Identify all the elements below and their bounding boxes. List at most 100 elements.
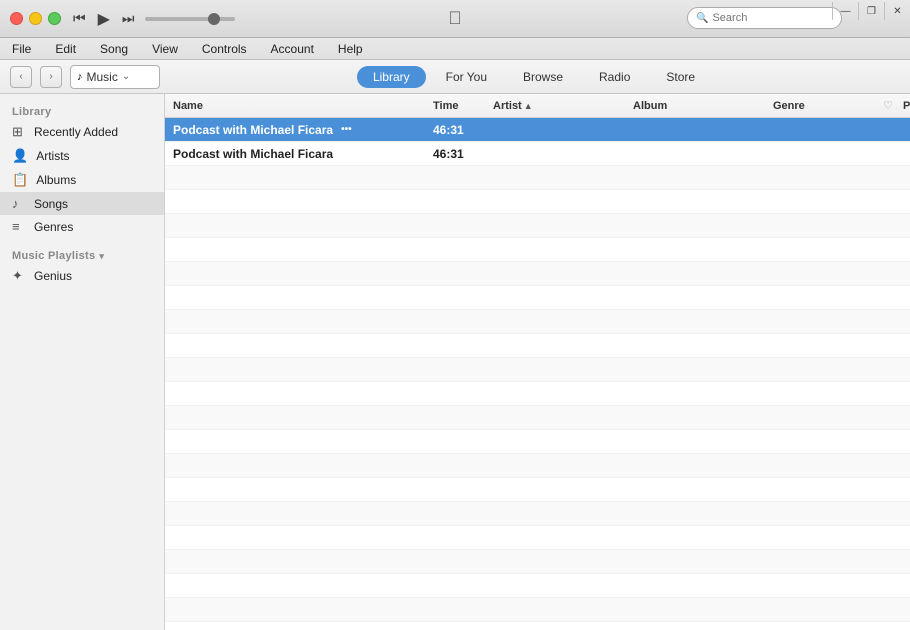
songs-label: Songs xyxy=(34,197,68,211)
row-1-time: 46:31 xyxy=(433,123,493,137)
artist-header-label: Artist xyxy=(493,100,522,112)
nav-bar: ‹ › ♪ Music ⌄ Library For You Browse Rad… xyxy=(0,60,910,94)
search-input[interactable] xyxy=(712,12,833,24)
table-row-empty[interactable] xyxy=(165,214,910,238)
genres-label: Genres xyxy=(34,220,73,234)
table-row-empty[interactable] xyxy=(165,406,910,430)
table-row-empty[interactable] xyxy=(165,238,910,262)
genius-icon: ✦ xyxy=(12,268,26,284)
menu-file[interactable]: File xyxy=(8,40,35,58)
sidebar: Library ⊞ Recently Added 👤 Artists 📋 Alb… xyxy=(0,94,165,630)
table-row-empty[interactable] xyxy=(165,598,910,622)
main-layout: Library ⊞ Recently Added 👤 Artists 📋 Alb… xyxy=(0,94,910,630)
tab-library[interactable]: Library xyxy=(357,66,426,88)
table-header: Name Time Artist ▲ Album Genre ♡ Plays xyxy=(165,94,910,118)
content-area: Name Time Artist ▲ Album Genre ♡ Plays xyxy=(165,94,910,630)
genre-header-label: Genre xyxy=(773,100,805,112)
progress-area[interactable] xyxy=(145,17,235,21)
col-header-time: Time xyxy=(433,100,493,112)
row-2-name: Podcast with Michael Ficara xyxy=(173,147,433,161)
albums-icon: 📋 xyxy=(12,172,28,188)
sidebar-item-songs[interactable]: ♪ Songs xyxy=(0,192,164,215)
heart-header-label: ♡ xyxy=(883,100,893,112)
menu-account[interactable]: Account xyxy=(267,40,318,58)
table-row-empty[interactable] xyxy=(165,190,910,214)
genius-label: Genius xyxy=(34,269,72,283)
sidebar-item-genius[interactable]: ✦ Genius xyxy=(0,264,164,288)
table-row-empty[interactable] xyxy=(165,430,910,454)
table-row[interactable]: Podcast with Michael Ficara ••• 46:31 xyxy=(165,118,910,142)
table-row-empty[interactable] xyxy=(165,358,910,382)
progress-track[interactable] xyxy=(145,17,235,21)
location-selector[interactable]: ♪ Music ⌄ xyxy=(70,65,160,89)
forward-button[interactable]: › xyxy=(40,66,62,88)
artists-label: Artists xyxy=(36,149,69,163)
minimize-button[interactable] xyxy=(29,12,42,25)
sidebar-item-artists[interactable]: 👤 Artists xyxy=(0,144,164,168)
recently-added-label: Recently Added xyxy=(34,125,118,139)
sidebar-item-albums[interactable]: 📋 Albums xyxy=(0,168,164,192)
play-button[interactable]: ▶ xyxy=(96,7,112,31)
menu-controls[interactable]: Controls xyxy=(198,40,251,58)
table-row-empty[interactable] xyxy=(165,454,910,478)
menu-edit[interactable]: Edit xyxy=(51,40,80,58)
row-1-time-text: 46:31 xyxy=(433,123,464,137)
artists-icon: 👤 xyxy=(12,148,28,164)
music-note-icon: ♪ xyxy=(77,71,83,83)
songs-icon: ♪ xyxy=(12,196,26,211)
table-row-empty[interactable] xyxy=(165,502,910,526)
playlists-section-label[interactable]: Music Playlists ▾ xyxy=(0,246,164,264)
table-row-empty[interactable] xyxy=(165,262,910,286)
win-controls: — ❐ ✕ xyxy=(832,0,910,38)
search-box[interactable]: 🔍 xyxy=(687,7,842,29)
menu-view[interactable]: View xyxy=(148,40,182,58)
table-row-empty[interactable] xyxy=(165,166,910,190)
table-row-empty[interactable] xyxy=(165,526,910,550)
search-icon: 🔍 xyxy=(696,13,708,24)
table-row-empty[interactable] xyxy=(165,382,910,406)
plays-header-label: Plays xyxy=(903,100,910,112)
win-restore-button[interactable]: ❐ xyxy=(858,2,884,20)
location-label: Music xyxy=(87,70,118,84)
prev-button[interactable]: ⏮ xyxy=(71,8,88,29)
tab-browse[interactable]: Browse xyxy=(507,66,579,88)
artist-sort-icon: ▲ xyxy=(524,101,533,111)
name-header-label: Name xyxy=(173,100,203,112)
maximize-button[interactable] xyxy=(48,12,61,25)
next-button[interactable]: ⏭ xyxy=(120,8,137,29)
table-row[interactable]: Podcast with Michael Ficara 46:31 xyxy=(165,142,910,166)
row-1-name-text: Podcast with Michael Ficara xyxy=(173,123,333,137)
col-header-artist[interactable]: Artist ▲ xyxy=(493,100,633,112)
album-header-label: Album xyxy=(633,100,667,112)
title-bar: ⏮ ▶ ⏭  🔍 — ❐ ✕ xyxy=(0,0,910,38)
row-2-name-text: Podcast with Michael Ficara xyxy=(173,147,333,161)
tab-store[interactable]: Store xyxy=(650,66,711,88)
sidebar-item-recently-added[interactable]: ⊞ Recently Added xyxy=(0,120,164,144)
row-1-name: Podcast with Michael Ficara ••• xyxy=(173,123,433,137)
table-row-empty[interactable] xyxy=(165,574,910,598)
table-row-empty[interactable] xyxy=(165,334,910,358)
table-row-empty[interactable] xyxy=(165,310,910,334)
table-row-empty[interactable] xyxy=(165,478,910,502)
tab-for-you[interactable]: For You xyxy=(430,66,503,88)
playlists-label: Music Playlists xyxy=(12,250,95,262)
close-button[interactable] xyxy=(10,12,23,25)
recently-added-icon: ⊞ xyxy=(12,124,26,140)
playlists-chevron-icon: ▾ xyxy=(99,251,104,262)
row-1-dots: ••• xyxy=(341,124,352,135)
table-row-empty[interactable] xyxy=(165,286,910,310)
win-minimize-button[interactable]: — xyxy=(832,2,858,20)
window-controls xyxy=(10,12,61,25)
menu-help[interactable]: Help xyxy=(334,40,367,58)
albums-label: Albums xyxy=(36,173,76,187)
menu-song[interactable]: Song xyxy=(96,40,132,58)
back-button[interactable]: ‹ xyxy=(10,66,32,88)
menu-bar: File Edit Song View Controls Account Hel… xyxy=(0,38,910,60)
table-row-empty[interactable] xyxy=(165,550,910,574)
nav-tabs: Library For You Browse Radio Store xyxy=(357,66,711,88)
col-header-name[interactable]: Name xyxy=(173,100,433,112)
progress-thumb xyxy=(208,13,220,25)
sidebar-item-genres[interactable]: ≡ Genres xyxy=(0,215,164,238)
tab-radio[interactable]: Radio xyxy=(583,66,646,88)
win-close-button[interactable]: ✕ xyxy=(884,2,910,20)
